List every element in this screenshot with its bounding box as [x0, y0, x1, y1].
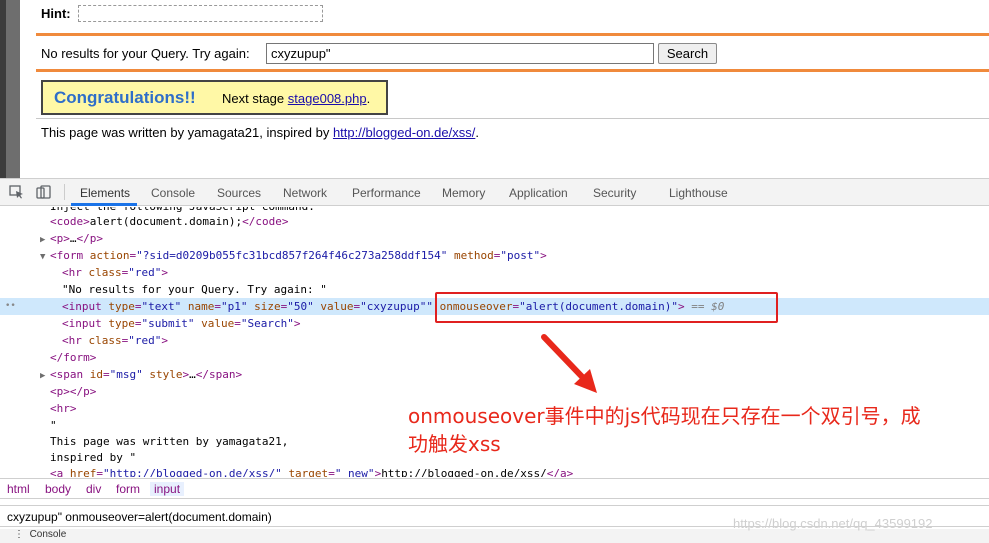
- dom-breadcrumbs: html body div form input: [0, 478, 989, 499]
- active-tab-indicator: [71, 203, 137, 206]
- watermark: https://blog.csdn.net/qq_43599192: [733, 516, 933, 531]
- orange-divider-bottom: [36, 69, 989, 72]
- crumb-div[interactable]: div: [86, 482, 101, 496]
- devtools-panel: Elements Console Sources Network Perform…: [0, 178, 989, 543]
- next-stage-link[interactable]: stage008.php: [288, 91, 367, 106]
- search-button[interactable]: Search: [658, 43, 717, 64]
- dom-line[interactable]: <p></p>: [50, 383, 989, 400]
- console-drawer-strip[interactable]: ⋮ Console: [0, 529, 989, 543]
- dom-line[interactable]: </form>: [50, 349, 989, 366]
- crumb-input[interactable]: input: [150, 482, 185, 496]
- crumb-body[interactable]: body: [45, 482, 71, 496]
- dom-line[interactable]: <code>alert(document.domain);</code>: [50, 213, 989, 230]
- crumb-html[interactable]: html: [7, 482, 30, 496]
- highlight-box: [435, 292, 778, 323]
- dom-line[interactable]: ▶ <span id="msg" style>…</span>: [40, 366, 989, 383]
- tab-security[interactable]: Security: [593, 186, 636, 200]
- dom-line[interactable]: <hr class="red">: [62, 264, 989, 281]
- tab-network[interactable]: Network: [283, 186, 327, 200]
- devtools-tabbar: Elements Console Sources Network Perform…: [0, 179, 989, 206]
- left-frame-bar-inner: [6, 0, 20, 178]
- next-stage-prefix: Next stage: [222, 91, 285, 106]
- tab-application[interactable]: Application: [509, 186, 568, 200]
- tab-memory[interactable]: Memory: [442, 186, 485, 200]
- query-input[interactable]: [266, 43, 654, 64]
- tab-performance[interactable]: Performance: [352, 186, 421, 200]
- credits-prefix: This page was written by yamagata21, ins…: [41, 125, 330, 140]
- drawer-label[interactable]: Console: [30, 529, 67, 540]
- dom-line-clipped[interactable]: <a href="http://blogged-on.de/xss/" targ…: [50, 465, 989, 477]
- annotation-line-1: onmouseover事件中的js代码现在只存在一个双引号，成: [408, 404, 921, 428]
- page-viewport: Hint: No results for your Query. Try aga…: [0, 0, 989, 178]
- tab-elements[interactable]: Elements: [80, 186, 130, 200]
- dom-line[interactable]: ▼ <form action="?sid=d0209b055fc31bcd857f…: [40, 247, 989, 264]
- tabbar-separator: [64, 184, 65, 200]
- device-toolbar-icon[interactable]: [36, 185, 52, 199]
- no-results-text: No results for your Query. Try again:: [41, 46, 250, 61]
- gray-divider: [36, 118, 989, 119]
- dom-line[interactable]: ▶ <p>…</p>: [40, 230, 989, 247]
- orange-divider-top: [36, 33, 989, 36]
- hint-label: Hint:: [41, 6, 71, 21]
- crumb-form[interactable]: form: [116, 482, 140, 496]
- credits-suffix: .: [475, 125, 479, 140]
- next-stage-suffix: .: [366, 91, 371, 106]
- hint-box: [78, 5, 323, 22]
- tab-sources[interactable]: Sources: [217, 186, 261, 200]
- tab-console[interactable]: Console: [151, 186, 195, 200]
- congratulations-title: Congratulations!!: [54, 88, 196, 107]
- credits-link[interactable]: http://blogged-on.de/xss/: [333, 125, 475, 140]
- annotation-text: onmouseover事件中的js代码现在只存在一个双引号，成 功触发xss: [408, 402, 968, 458]
- annotation-line-2: 功触发xss: [408, 432, 501, 456]
- credits-text: This page was written by yamagata21, ins…: [41, 125, 479, 140]
- congratulations-box: Congratulations!! Next stage stage008.ph…: [41, 80, 388, 115]
- inspect-element-icon[interactable]: [9, 185, 25, 199]
- tab-lighthouse[interactable]: Lighthouse: [669, 186, 728, 200]
- dom-line[interactable]: <hr class="red">: [62, 332, 989, 349]
- next-stage-text: Next stage stage008.php.: [222, 91, 370, 106]
